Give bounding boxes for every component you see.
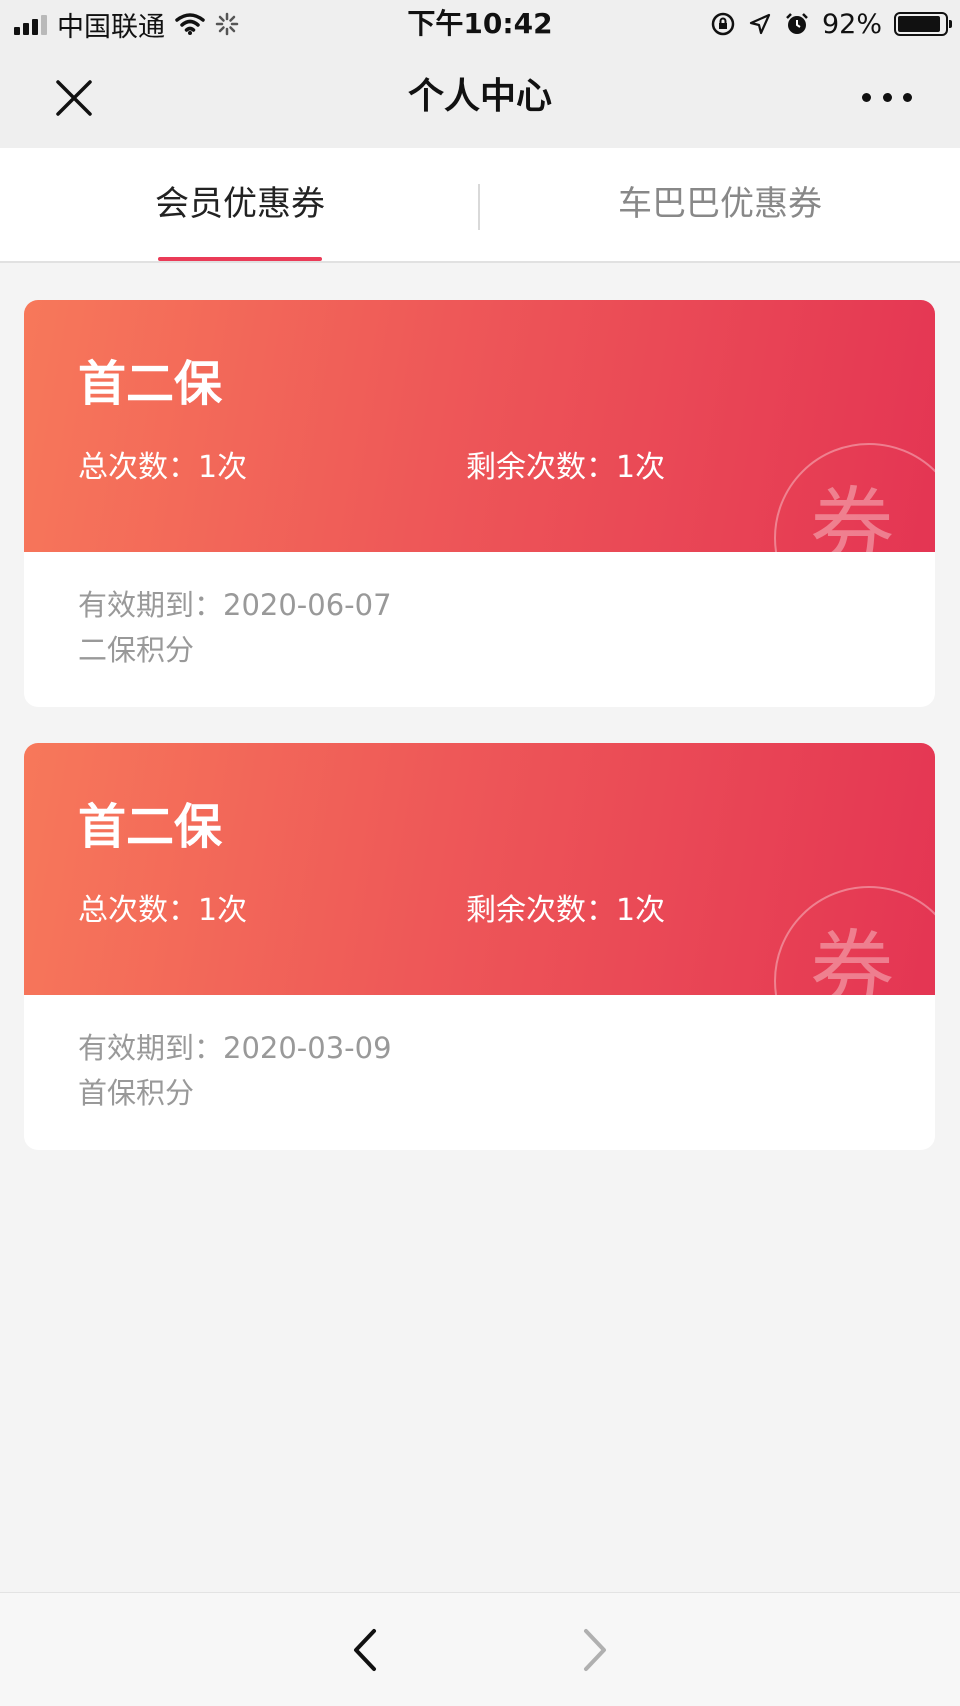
nav-bar: 个人中心 — [0, 48, 960, 148]
coupon-stamp-icon: 券 — [774, 886, 935, 995]
alarm-icon — [786, 13, 808, 34]
coupon-title: 首二保 — [78, 356, 223, 412]
coupon-total-count: 总次数：1次 — [78, 893, 248, 928]
battery-icon — [894, 12, 952, 36]
coupon-remaining-count: 剩余次数：1次 — [466, 893, 666, 928]
tab-chebaba-coupons[interactable]: 车巴巴优惠券 — [480, 148, 960, 261]
coupon-header: 首二保 总次数：1次 剩余次数：1次 券 — [24, 300, 935, 552]
coupon-card[interactable]: 首二保 总次数：1次 剩余次数：1次 券 有效期到：2020-06-07 二保积… — [24, 300, 935, 707]
coupon-tabs: 会员优惠券 车巴巴优惠券 — [0, 148, 960, 263]
coupon-stamp-text: 券 — [810, 921, 895, 995]
battery-fill — [898, 16, 940, 32]
coupon-stamp-text: 券 — [810, 478, 895, 552]
coupon-title: 首二保 — [78, 799, 223, 855]
coupon-expiry: 有效期到：2020-03-09 — [78, 1031, 392, 1065]
battery-percent: 92% — [821, 8, 882, 40]
tab-member-coupons[interactable]: 会员优惠券 — [0, 148, 480, 261]
back-arrow-icon[interactable] — [346, 1627, 386, 1673]
coupon-description: 首保积分 — [78, 1076, 195, 1110]
coupon-total-count: 总次数：1次 — [78, 450, 248, 485]
active-tab-indicator — [158, 257, 322, 261]
page-title: 个人中心 — [407, 76, 552, 117]
rotation-lock-icon — [711, 12, 735, 36]
status-bar: 中国联通 下午10:42 92% — [0, 0, 960, 48]
forward-arrow-icon[interactable] — [574, 1627, 614, 1673]
coupon-card[interactable]: 首二保 总次数：1次 剩余次数：1次 券 有效期到：2020-03-09 首保积… — [24, 743, 935, 1150]
coupon-expiry: 有效期到：2020-06-07 — [78, 588, 392, 622]
coupon-header: 首二保 总次数：1次 剩余次数：1次 券 — [24, 743, 935, 995]
location-arrow-icon — [749, 13, 771, 35]
more-options-icon[interactable] — [862, 82, 912, 112]
browser-bottom-bar — [0, 1592, 960, 1706]
coupon-remaining-count: 剩余次数：1次 — [466, 450, 666, 485]
status-right: 92% — [710, 6, 952, 42]
coupon-stamp-icon: 券 — [774, 443, 935, 552]
coupon-description: 二保积分 — [78, 633, 195, 667]
